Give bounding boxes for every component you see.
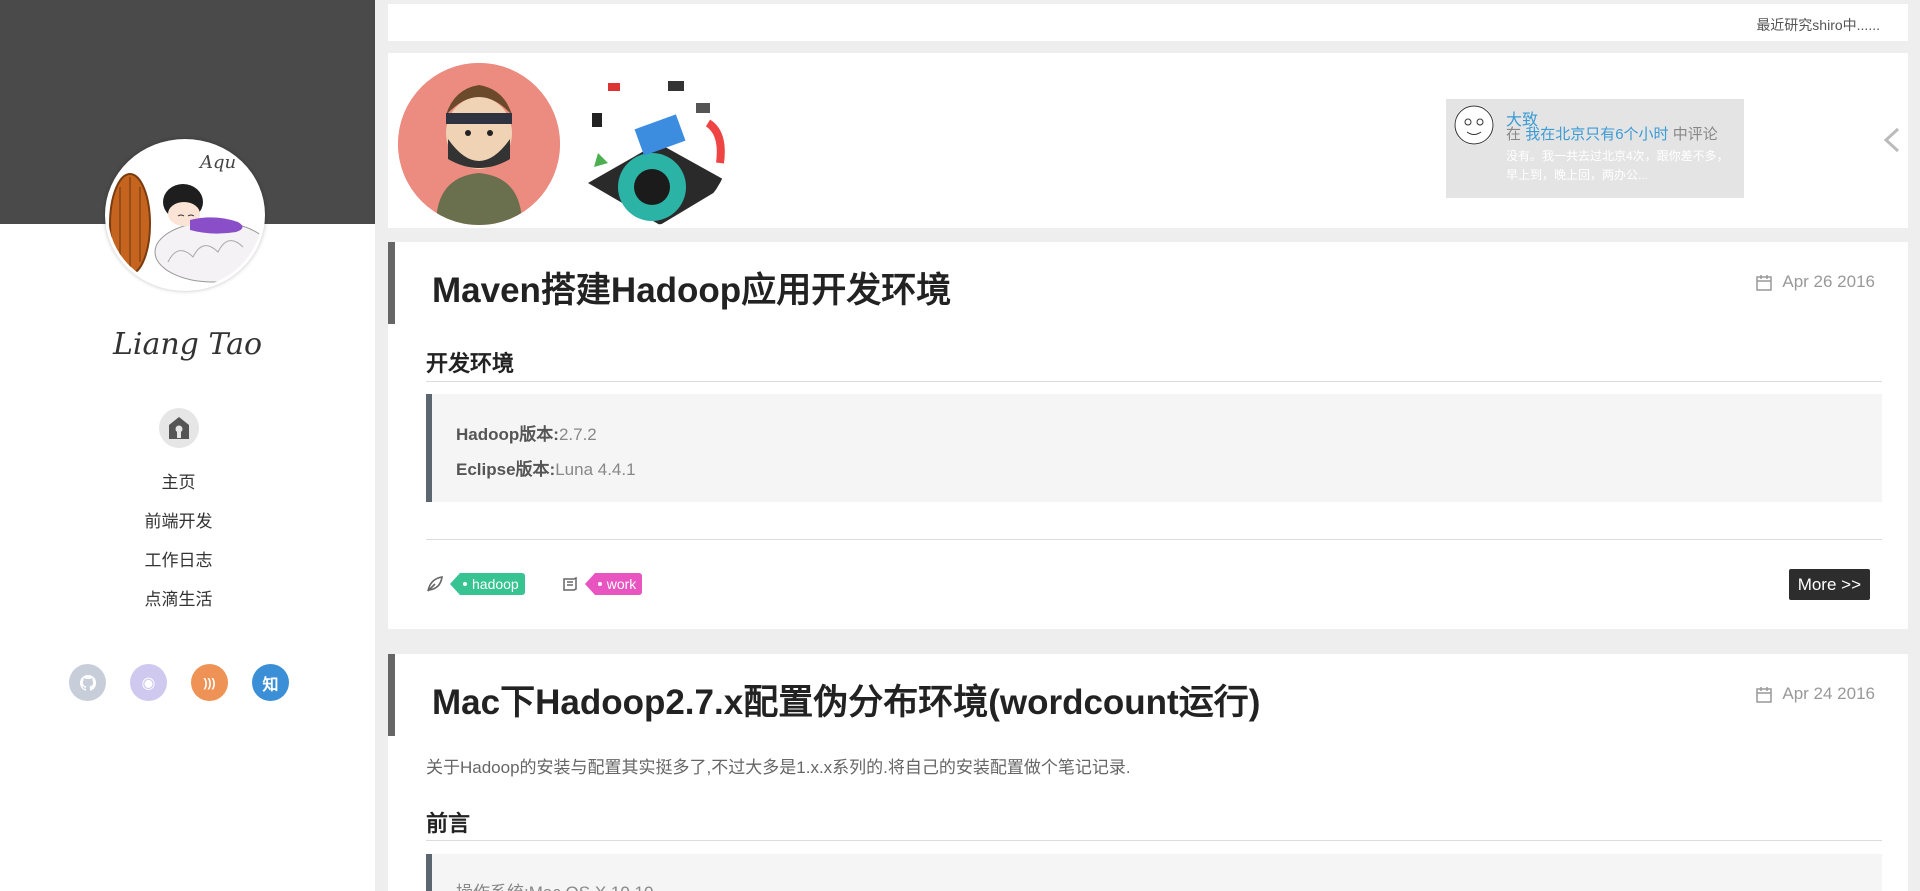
heading-divider xyxy=(426,381,1882,382)
heading-divider xyxy=(426,840,1882,841)
quote-line-hadoop: Hadoop版本:2.7.2 xyxy=(456,420,597,445)
site-name[interactable]: Liang Tao xyxy=(0,327,375,362)
comment-post-link[interactable]: 我在北京只有6个小时 xyxy=(1525,126,1668,143)
weibo-icon[interactable]: ◉ xyxy=(130,664,167,701)
post-accent-bar xyxy=(388,654,395,736)
post-tags: hadoop work xyxy=(426,572,643,596)
comment-text: 没有。我一共去过北京4次，跟你差不多，早上到，晚上回，两办公... xyxy=(1506,149,1729,182)
social-links: ◉ ))) 知 xyxy=(69,664,289,701)
tag-work[interactable]: work xyxy=(584,573,643,595)
avatar[interactable]: Aqu xyxy=(105,139,265,291)
post-date-text: Apr 26 2016 xyxy=(1782,272,1875,291)
hero-image-coder[interactable] xyxy=(568,63,730,225)
post-footer-divider xyxy=(426,539,1882,540)
recent-comment[interactable]: 大致 在 我在北京只有6个小时 中评论 没有。我一共去过北京4次，跟你差不多，早… xyxy=(1446,99,1744,198)
post-blockquote: Hadoop版本:2.7.2 Eclipse版本:Luna 4.4.1 xyxy=(426,394,1882,502)
top-bar: 最近研究shiro中...... xyxy=(388,4,1908,41)
hero-banner: 大致 在 我在北京只有6个小时 中评论 没有。我一共去过北京4次，跟你差不多，早… xyxy=(388,53,1908,228)
zhihu-icon[interactable]: 知 xyxy=(252,664,289,701)
chevron-left-icon[interactable] xyxy=(1878,125,1908,155)
calendar-icon xyxy=(1756,686,1773,703)
quote-key: Hadoop版本: xyxy=(456,425,559,444)
rss-icon[interactable]: ))) xyxy=(191,664,228,701)
status-note: 最近研究shiro中...... xyxy=(1756,17,1880,33)
book-icon xyxy=(562,576,577,591)
post-date: Apr 26 2016 xyxy=(1756,272,1875,292)
sidebar-item-home[interactable]: 主页 xyxy=(0,468,357,507)
leaf-icon xyxy=(427,576,443,592)
sidebar: Aqu Liang Tao 主页 前端开发 工作日志 点滴生活 ◉ ))) 知 xyxy=(0,0,375,891)
comment-suffix: 中评论 xyxy=(1672,126,1718,143)
post-excerpt: 关于Hadoop的安装与配置其实挺多了,不过大多是1.x.x系列的.将自己的安装… xyxy=(426,758,1131,777)
quote-value: Luna 4.4.1 xyxy=(555,460,636,479)
post-card: Maven搭建Hadoop应用开发环境 Apr 26 2016 开发环境 Had… xyxy=(388,242,1908,629)
home-icon[interactable] xyxy=(159,408,199,448)
post-heading: 前言 xyxy=(426,811,471,836)
comment-prefix: 在 xyxy=(1506,126,1522,143)
calendar-icon xyxy=(1756,274,1773,291)
post-title[interactable]: Maven搭建Hadoop应用开发环境 xyxy=(432,262,951,313)
post-blockquote: 操作系统:Mac OS X 10.10 xyxy=(426,854,1882,891)
quote-value: 2.7.2 xyxy=(558,425,597,444)
quote-key: Eclipse版本: xyxy=(456,460,556,479)
post-card: Mac下Hadoop2.7.x配置伪分布环境(wordcount运行) Apr … xyxy=(388,654,1908,891)
sidebar-item-worklog[interactable]: 工作日志 xyxy=(0,546,357,585)
post-date-text: Apr 24 2016 xyxy=(1782,684,1875,703)
quote-line-os: 操作系统:Mac OS X 10.10 xyxy=(456,878,653,891)
more-button[interactable]: More >> xyxy=(1788,569,1870,600)
post-title[interactable]: Mac下Hadoop2.7.x配置伪分布环境(wordcount运行) xyxy=(432,674,1260,725)
post-heading: 开发环境 xyxy=(426,351,515,376)
hero-image-ninja[interactable] xyxy=(398,63,560,225)
github-icon[interactable] xyxy=(69,664,106,701)
sidebar-item-frontend[interactable]: 前端开发 xyxy=(0,507,357,546)
sidebar-item-life[interactable]: 点滴生活 xyxy=(0,585,357,624)
tag-hadoop[interactable]: hadoop xyxy=(450,573,525,595)
comment-context: 在 我在北京只有6个小时 中评论 xyxy=(1506,123,1718,144)
post-accent-bar xyxy=(388,242,395,324)
post-date: Apr 24 2016 xyxy=(1756,684,1875,704)
commenter-avatar xyxy=(1454,105,1494,145)
avatar-illustration: Aqu xyxy=(108,142,262,288)
quote-line-eclipse: Eclipse版本:Luna 4.4.1 xyxy=(456,455,636,480)
svg-text:Aqu: Aqu xyxy=(198,152,236,173)
sidebar-nav: 主页 前端开发 工作日志 点滴生活 xyxy=(0,468,357,624)
